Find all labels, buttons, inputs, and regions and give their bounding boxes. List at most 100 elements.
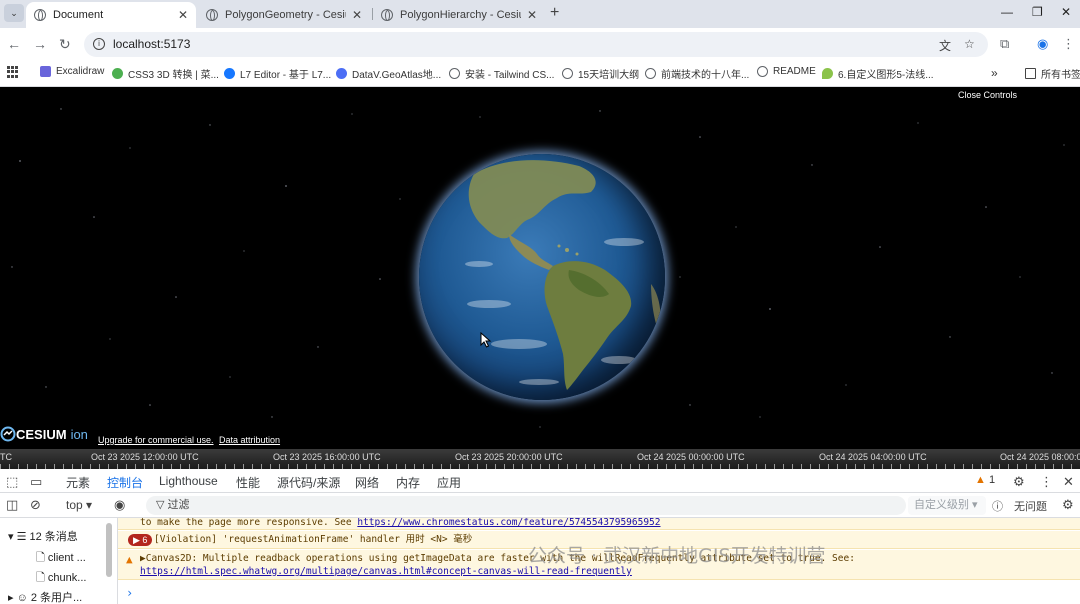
close-icon[interactable]: ✕ (527, 8, 537, 22)
translate-icon[interactable]: 文 (939, 37, 951, 54)
cesium-logo-text: CESIUM (16, 426, 67, 442)
bookmark-item[interactable]: L7 Editor - 基于 L7... (224, 66, 331, 81)
settings-gear-icon[interactable]: ⚙ (1013, 474, 1025, 490)
bookmark-item[interactable]: 6.自定义图形5-法线... (822, 66, 934, 81)
timeline-label: Oct 23 2025 16:00:00 UTC (273, 452, 381, 462)
folder-icon (1025, 68, 1036, 79)
reload-icon[interactable]: ↻ (59, 36, 71, 53)
bookmark-item[interactable]: CSS3 3D 转换 | 菜... (112, 66, 219, 81)
close-icon[interactable]: ✕ (352, 8, 362, 22)
tab-lighthouse[interactable]: Lighthouse (159, 474, 218, 488)
tab-polygon-geometry[interactable]: PolygonGeometry - Cesium D ✕ (198, 2, 370, 28)
cesium-viewer[interactable]: Close Controls CESIUM ion Upgrade for co… (0, 87, 1080, 449)
issues-badge[interactable]: ▲ 1 (975, 474, 995, 486)
cesium-timeline[interactable]: TC Oct 23 2025 12:00:00 UTC Oct 23 2025 … (0, 449, 1080, 469)
sidebar-item-chunk[interactable]: 🗋 chunk... (36, 569, 86, 588)
sidebar-item-client[interactable]: 🗋 client ... (36, 549, 86, 568)
bookmark-item[interactable]: 前端技术的十八年... (645, 66, 749, 81)
earth-globe[interactable] (419, 154, 665, 400)
excalidraw-icon (40, 66, 51, 77)
bookmark-item[interactable]: Excalidraw (40, 66, 104, 77)
tab-memory[interactable]: 内存 (396, 474, 420, 491)
browser-tab-strip: ⌄ Document ✕ PolygonGeometry - Cesium D … (0, 0, 1080, 28)
bookmark-item[interactable]: DataV.GeoAtlas地... (336, 66, 441, 81)
no-issues-label[interactable]: 无问题 (1014, 498, 1047, 514)
bookmark-favicon (112, 68, 123, 79)
user-messages-group[interactable]: ▸ ☺ 2 条用户... (8, 589, 82, 604)
tab-network[interactable]: 网络 (355, 474, 379, 491)
warning-icon: ▲ (975, 474, 986, 486)
timeline-label: Oct 23 2025 12:00:00 UTC (91, 452, 199, 462)
bookmark-item[interactable]: 安装 - Tailwind CS... (449, 66, 554, 81)
messages-group[interactable]: ▾ ☰ 12 条消息 (8, 528, 78, 544)
menu-icon[interactable]: ⋮ (1062, 36, 1075, 52)
bookmark-star-icon[interactable]: ☆ (964, 37, 975, 51)
tab-elements[interactable]: 元素 (66, 474, 90, 491)
more-bookmarks-icon[interactable]: » (991, 66, 998, 80)
inspect-element-icon[interactable]: ⬚ (6, 474, 18, 490)
close-devtools-icon[interactable]: ✕ (1063, 474, 1074, 490)
watermark-text: 公众号 · 武汉新中地GIS开发特训营 (528, 545, 826, 567)
globe-icon (757, 66, 768, 77)
warning-icon: ▲ (126, 553, 133, 566)
console-filter-bar: ◫ ⊘ top ▾ ◉ ▽ 过滤 自定义级别 ▾ ⓘ 无问题 ⚙ (0, 493, 1080, 518)
timeline-label: Oct 24 2025 00:00:00 UTC (637, 452, 745, 462)
restore-icon[interactable]: ❐ (1032, 5, 1043, 19)
device-toolbar-icon[interactable]: ▭ (30, 474, 42, 490)
devtools-tabbar: ⬚ ▭ 元素 控制台 Lighthouse 性能 源代码/来源 网络 内存 应用… (0, 469, 1080, 495)
profile-icon[interactable]: ◉ (1037, 36, 1048, 52)
tab-application[interactable]: 应用 (437, 474, 461, 491)
cesium-ion-logo[interactable]: CESIUM ion (0, 426, 88, 442)
timeline-label: Oct 24 2025 04:00:00 UTC (819, 452, 927, 462)
clear-console-icon[interactable]: ⊘ (30, 497, 41, 513)
all-bookmarks[interactable]: 所有书签 (1025, 66, 1080, 81)
repeat-count-badge: ▶ 6 (128, 534, 153, 546)
globe-icon (645, 68, 656, 79)
sidebar-toggle-icon[interactable]: ◫ (6, 497, 18, 513)
eye-icon[interactable]: ◉ (114, 497, 125, 513)
filter-input[interactable]: ▽ 过滤 (146, 496, 906, 515)
cesium-logo-icon (0, 426, 16, 442)
more-options-icon[interactable]: ⋮ (1040, 474, 1053, 490)
upgrade-link[interactable]: Upgrade for commercial use. (98, 435, 214, 445)
filter-icon: ▽ (156, 499, 165, 511)
tab-title: PolygonGeometry - Cesium D (225, 9, 346, 21)
extensions-icon[interactable]: ⧉ (1000, 36, 1009, 52)
address-bar[interactable]: i localhost:5173 文 ☆ (84, 32, 988, 57)
console-settings-icon[interactable]: ⚙ (1062, 497, 1074, 513)
tab-document[interactable]: Document ✕ (26, 2, 196, 28)
close-controls-button[interactable]: Close Controls (958, 90, 1017, 100)
tab-sources[interactable]: 源代码/来源 (277, 474, 340, 491)
globe-icon (562, 68, 573, 79)
url-text[interactable]: localhost:5173 (113, 37, 190, 51)
globe-icon (206, 9, 218, 21)
sidebar-scrollbar[interactable] (106, 523, 112, 577)
tab-polygon-hierarchy[interactable]: PolygonHierarchy - Cesium D ✕ (373, 2, 545, 28)
back-icon[interactable]: ← (7, 36, 21, 52)
tab-search-button[interactable]: ⌄ (4, 4, 24, 22)
globe-icon (449, 68, 460, 79)
forward-icon[interactable]: → (33, 36, 47, 52)
issues-info-icon[interactable]: ⓘ (992, 498, 1003, 514)
tab-console[interactable]: 控制台 (104, 474, 146, 495)
console-prompt-icon[interactable]: › (126, 586, 133, 600)
log-levels-dropdown[interactable]: 自定义级别 ▾ (908, 496, 986, 515)
minimize-icon[interactable]: — (1001, 5, 1013, 19)
tab-title: Document (53, 9, 104, 21)
apps-grid-icon[interactable] (7, 66, 19, 78)
site-info-icon[interactable]: i (93, 38, 105, 50)
timeline-label: Oct 24 2025 08:00:00 (1000, 452, 1080, 462)
browser-toolbar: ← → ↻ i localhost:5173 文 ☆ ⧉ ◉ ⋮ (0, 28, 1080, 61)
context-selector[interactable]: top ▾ (66, 498, 92, 512)
globe-icon (34, 9, 46, 21)
tab-performance[interactable]: 性能 (236, 474, 260, 491)
tab-title: PolygonHierarchy - Cesium D (400, 9, 521, 21)
data-attribution-link[interactable]: Data attribution (219, 435, 280, 445)
new-tab-button[interactable]: + (550, 4, 559, 22)
chromestatus-link[interactable]: https://www.chromestatus.com/feature/574… (357, 518, 660, 528)
bookmark-item[interactable]: 15天培训大纲 (562, 66, 639, 81)
bookmark-item[interactable]: README (757, 66, 816, 77)
globe-icon (381, 9, 393, 21)
close-window-icon[interactable]: ✕ (1061, 5, 1071, 19)
close-icon[interactable]: ✕ (178, 8, 188, 22)
